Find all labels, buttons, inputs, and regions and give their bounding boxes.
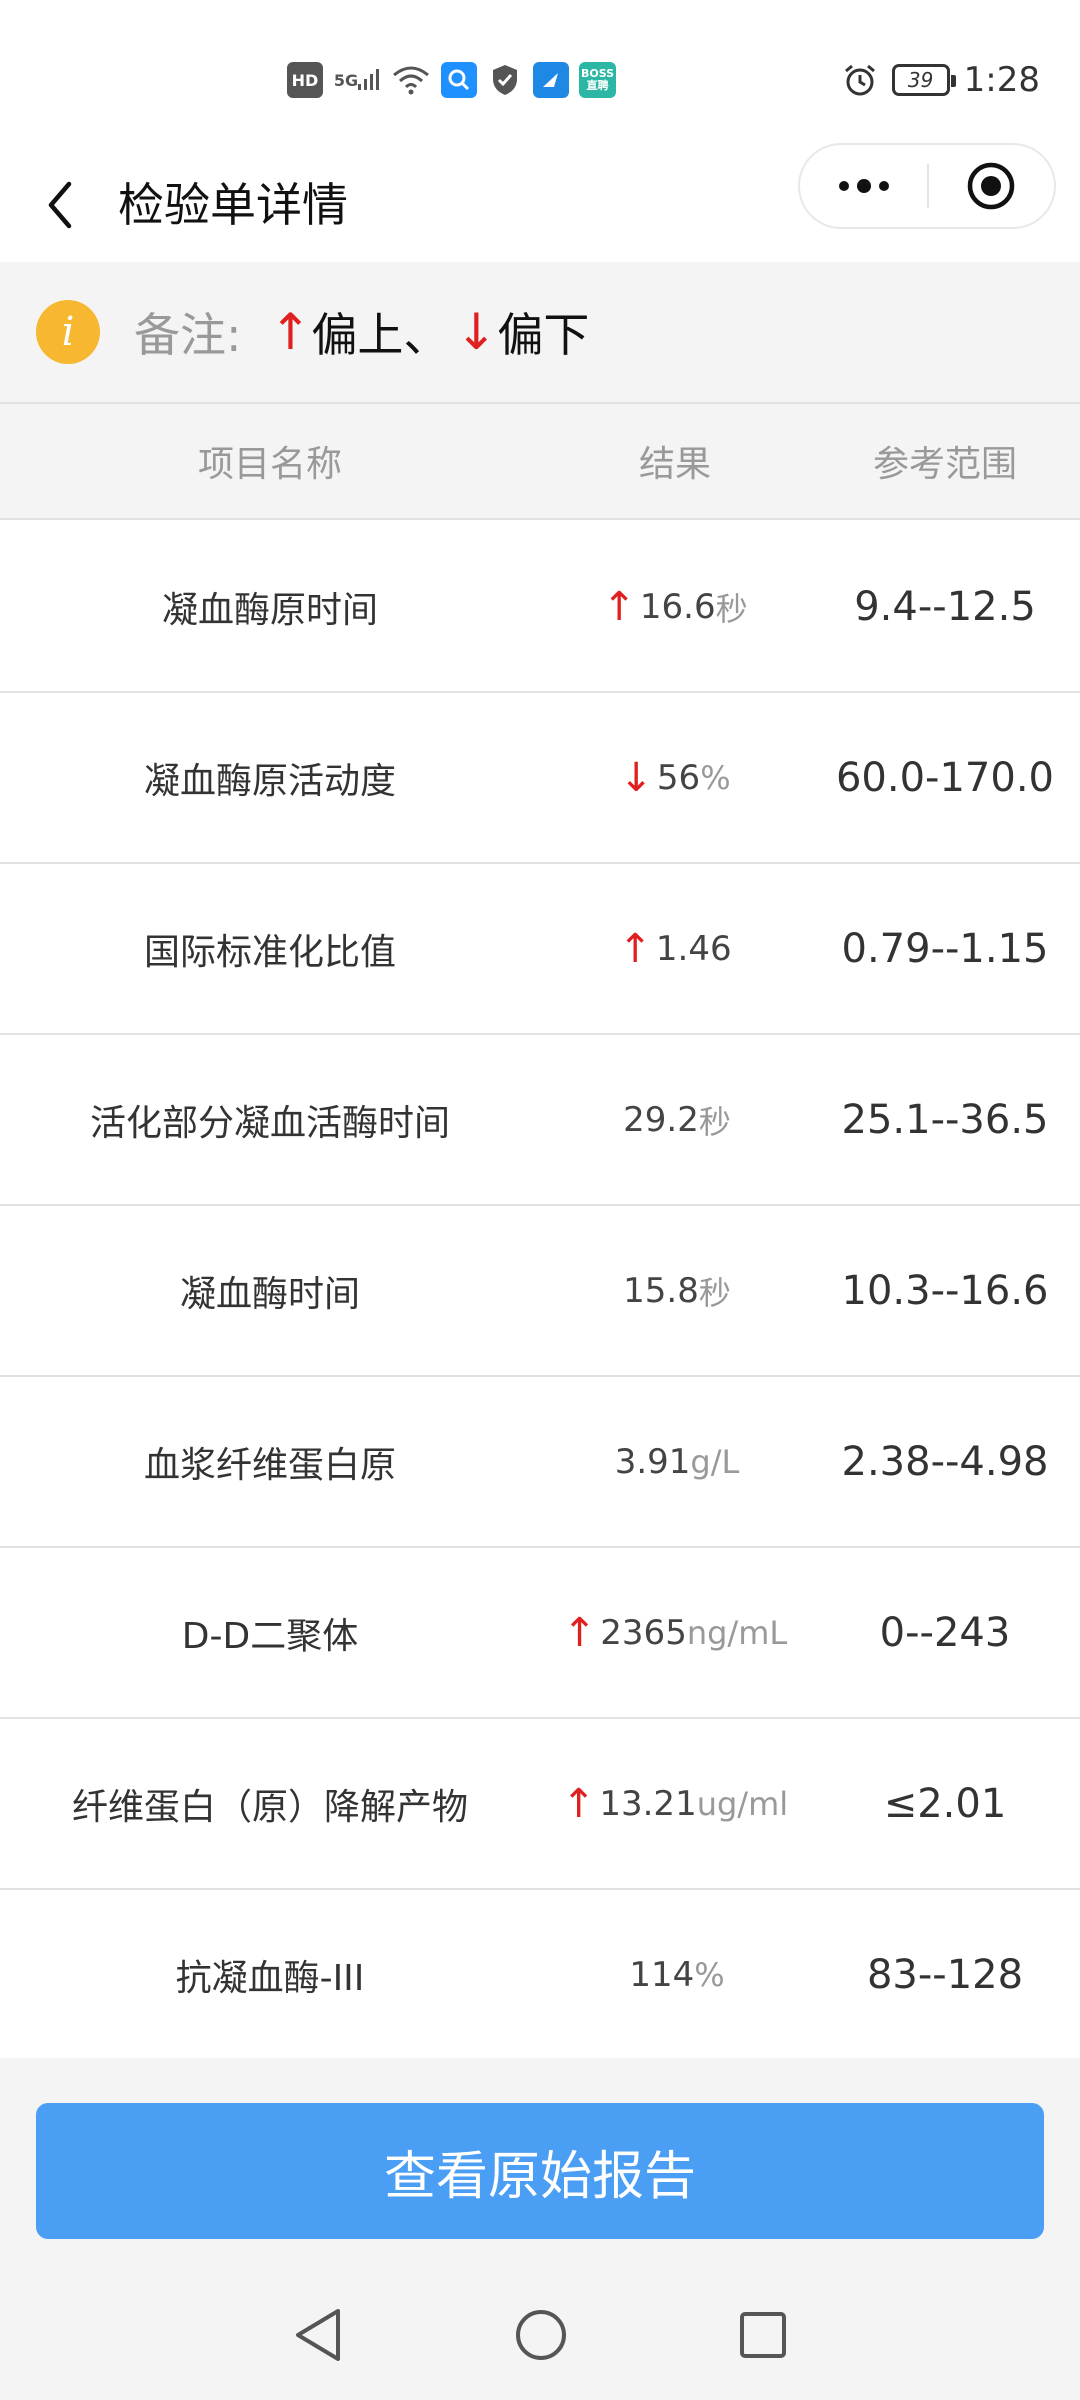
- table-row: 国际标准化比值 ↑ 1.46 0.79--1.15: [0, 864, 1080, 1035]
- clock-time: 1:28: [963, 60, 1040, 100]
- down-arrow-icon: ↓: [455, 303, 498, 361]
- column-header-range: 参考范围: [872, 444, 1017, 485]
- test-name: 凝血酶时间: [179, 1273, 360, 1315]
- reference-range: 83--128: [866, 1951, 1024, 1998]
- recents-square-icon[interactable]: [738, 2310, 788, 2360]
- signal-5g-icon: 5G: [333, 62, 381, 98]
- test-name: 血浆纤维蛋白原: [143, 1444, 396, 1486]
- result-value: 13.21: [599, 1783, 697, 1824]
- more-dots-icon: [838, 179, 889, 193]
- status-bar: HD 5G BOSS 直聘 39 1:28: [0, 0, 1080, 150]
- status-right: 39 1:28: [842, 56, 1040, 104]
- network-label: 5G: [333, 70, 359, 90]
- flag-arrow: ↑: [602, 583, 636, 630]
- up-arrow-icon: ↑: [269, 303, 312, 361]
- test-name: 纤维蛋白（原）降解产物: [71, 1786, 468, 1828]
- note-up-text: 偏上、: [311, 308, 450, 362]
- reference-range: 0.79--1.15: [841, 925, 1049, 972]
- back-button[interactable]: [30, 170, 90, 240]
- reference-range: 60.0-170.0: [835, 754, 1054, 801]
- test-result: ↑ 1.46: [540, 926, 810, 972]
- test-name: 抗凝血酶-III: [175, 1957, 365, 1999]
- home-circle-icon[interactable]: [514, 2308, 568, 2362]
- result-unit: 秒: [698, 1273, 731, 1312]
- close-button[interactable]: [929, 145, 1054, 227]
- table-row: D-D二聚体 ↑ 2365 ng/mL 0--243: [0, 1548, 1080, 1719]
- note-label: 备注:: [134, 308, 242, 362]
- table-row: 凝血酶原活动度 ↓ 56 % 60.0-170.0: [0, 693, 1080, 864]
- app-icon: [533, 62, 569, 98]
- result-value: 2365: [600, 1612, 687, 1653]
- test-name: 凝血酶原时间: [161, 589, 378, 631]
- result-unit: g/L: [690, 1442, 740, 1481]
- result-unit: ug/ml: [696, 1784, 789, 1823]
- test-result: ↑ 2365 ng/mL: [540, 1610, 810, 1656]
- result-value: 29.2: [623, 1099, 699, 1140]
- more-button[interactable]: [800, 145, 927, 227]
- system-nav-bar: [0, 2270, 1080, 2400]
- flag-arrow: ↑: [562, 1609, 597, 1656]
- view-original-report-button[interactable]: 查看原始报告: [36, 2103, 1044, 2239]
- test-result: 114 %: [540, 1955, 810, 1995]
- table-row: 凝血酶原时间 ↑ 16.6 秒 9.4--12.5: [0, 522, 1080, 693]
- battery-icon: 39: [891, 64, 956, 96]
- reference-range: ≤2.01: [883, 1780, 1007, 1827]
- column-header-name: 项目名称: [197, 444, 342, 485]
- test-result: ↑ 13.21 ug/ml: [540, 1781, 810, 1827]
- note-down-text: 偏下: [497, 308, 590, 362]
- test-result: ↓ 56 %: [540, 755, 810, 801]
- hd-icon: HD: [287, 62, 323, 98]
- result-value: 3.91: [614, 1441, 691, 1482]
- test-name: 凝血酶原活动度: [143, 760, 396, 802]
- boss-app-icon: BOSS 直聘: [579, 62, 617, 98]
- legend-note: i 备注: ↑ 偏上、 ↓ 偏下: [0, 262, 1080, 404]
- table-row: 抗凝血酶-III 114 % 83--128: [0, 1890, 1080, 2061]
- shield-icon: [487, 62, 523, 98]
- reference-range: 2.38--4.98: [841, 1438, 1049, 1485]
- result-unit: 秒: [715, 589, 748, 628]
- table-row: 活化部分凝血活酶时间 29.2 秒 25.1--36.5: [0, 1035, 1080, 1206]
- flag-arrow: ↑: [618, 925, 652, 972]
- table-row: 纤维蛋白（原）降解产物 ↑ 13.21 ug/ml ≤2.01: [0, 1719, 1080, 1890]
- chevron-left-icon: [48, 181, 72, 229]
- test-name: D-D二聚体: [181, 1615, 359, 1657]
- test-name: 国际标准化比值: [143, 931, 396, 973]
- table-header: 项目名称 结果 参考范围: [0, 404, 1080, 520]
- table-row: 血浆纤维蛋白原 3.91 g/L 2.38--4.98: [0, 1377, 1080, 1548]
- column-header-result: 结果: [638, 444, 711, 485]
- flag-arrow: ↓: [619, 754, 653, 801]
- alarm-icon: [844, 64, 875, 96]
- target-circle-icon: [968, 162, 1015, 210]
- result-value: 1.46: [655, 928, 732, 969]
- test-result: 15.8 秒: [540, 1268, 810, 1314]
- mini-program-capsule: [798, 143, 1056, 229]
- flag-arrow: ↑: [561, 1780, 596, 1827]
- page-title: 检验单详情: [118, 178, 348, 232]
- status-icons: HD 5G BOSS 直聘: [287, 58, 617, 102]
- info-icon: i: [36, 300, 100, 364]
- result-unit: %: [700, 758, 731, 797]
- test-name: 活化部分凝血活酶时间: [89, 1102, 450, 1144]
- results-table: 凝血酶原时间 ↑ 16.6 秒 9.4--12.5 凝血酶原活动度 ↓ 56 %…: [0, 522, 1080, 2061]
- reference-range: 9.4--12.5: [854, 583, 1036, 630]
- test-result: ↑ 16.6 秒: [540, 584, 810, 630]
- reference-range: 0--243: [879, 1609, 1011, 1656]
- search-app-icon: [441, 62, 477, 98]
- reference-range: 25.1--36.5: [841, 1096, 1049, 1143]
- result-unit: ng/mL: [686, 1613, 788, 1652]
- result-value: 56: [656, 757, 701, 798]
- result-value: 15.8: [623, 1270, 699, 1311]
- result-value: 114: [629, 1954, 695, 1995]
- wifi-icon: [391, 62, 431, 98]
- test-result: 29.2 秒: [540, 1097, 810, 1143]
- result-value: 16.6: [639, 586, 716, 627]
- reference-range: 10.3--16.6: [841, 1267, 1049, 1314]
- test-result: 3.91 g/L: [540, 1442, 810, 1482]
- result-unit: 秒: [698, 1102, 731, 1141]
- result-unit: %: [694, 1955, 725, 1994]
- back-triangle-icon[interactable]: [292, 2307, 344, 2363]
- table-row: 凝血酶时间 15.8 秒 10.3--16.6: [0, 1206, 1080, 1377]
